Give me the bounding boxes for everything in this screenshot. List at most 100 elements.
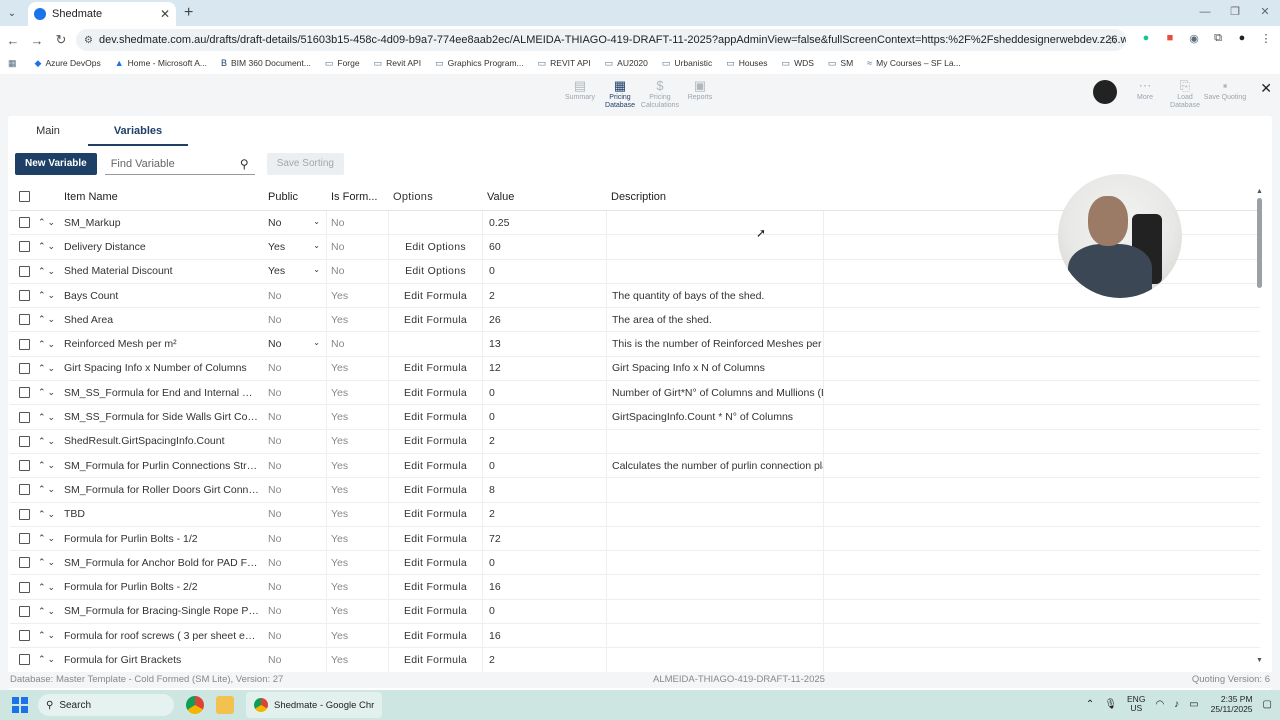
table-scrollbar[interactable]: ▲ ▼ xyxy=(1256,188,1264,664)
value-cell[interactable]: 2 xyxy=(482,648,606,672)
forward-icon[interactable]: → xyxy=(26,33,48,48)
row-checkbox[interactable] xyxy=(10,387,38,399)
reorder-arrows-icon[interactable]: ⌃⌄ xyxy=(38,266,64,277)
volume-icon[interactable]: ♪ xyxy=(1174,699,1179,710)
table-row[interactable]: ⌃⌄ TBD No Yes Edit Formula 2 xyxy=(10,502,1260,527)
reorder-arrows-icon[interactable]: ⌃⌄ xyxy=(38,654,64,665)
edit-options-button[interactable]: Edit Formula xyxy=(388,453,482,478)
row-checkbox[interactable] xyxy=(10,241,38,253)
notifications-icon[interactable]: ▢ xyxy=(1263,699,1272,710)
reorder-arrows-icon[interactable]: ⌃⌄ xyxy=(38,582,64,593)
value-cell[interactable]: 0 xyxy=(482,551,606,575)
table-row[interactable]: ⌃⌄ Shed Area No Yes Edit Formula 26 The … xyxy=(10,308,1260,333)
value-cell[interactable]: 72 xyxy=(482,526,606,551)
value-cell[interactable]: 2 xyxy=(482,429,606,453)
row-checkbox[interactable] xyxy=(10,605,38,617)
reorder-arrows-icon[interactable]: ⌃⌄ xyxy=(38,436,64,447)
value-cell[interactable]: 60 xyxy=(482,235,606,259)
language-indicator[interactable]: ENG US xyxy=(1127,695,1145,713)
puzzle-icon[interactable]: ⧉ xyxy=(1210,30,1226,46)
public-select[interactable]: Yes ⌄ xyxy=(264,265,326,277)
save-sorting-button[interactable]: Save Sorting xyxy=(266,153,344,175)
table-row[interactable]: ⌃⌄ ShedResult.GirtSpacingInfo.Count No Y… xyxy=(10,429,1260,454)
row-checkbox[interactable] xyxy=(10,314,38,326)
toolbar-summary[interactable]: ▤ Summary xyxy=(558,78,602,102)
description-cell[interactable] xyxy=(606,259,824,283)
edit-options-button[interactable]: Edit Formula xyxy=(388,502,482,526)
close-window-icon[interactable]: ✕ xyxy=(1250,0,1280,24)
row-checkbox[interactable] xyxy=(10,217,38,229)
reorder-arrows-icon[interactable]: ⌃⌄ xyxy=(38,290,64,301)
reorder-arrows-icon[interactable]: ⌃⌄ xyxy=(38,557,64,568)
bookmark-item[interactable]: ▭ WDS xyxy=(782,58,814,69)
col-options[interactable]: Options xyxy=(388,183,482,210)
description-cell[interactable] xyxy=(606,648,824,672)
row-checkbox[interactable] xyxy=(10,460,38,472)
bookmark-item[interactable]: ▭ Revit API xyxy=(374,58,421,69)
edit-options-button[interactable]: Edit Options xyxy=(388,235,482,259)
bookmark-item[interactable]: ≈ My Courses – SF La... xyxy=(867,58,961,68)
close-tab-icon[interactable]: ✕ xyxy=(160,7,170,21)
bookmark-item[interactable]: B BIM 360 Document... xyxy=(221,58,311,68)
reload-icon[interactable]: ↻ xyxy=(50,32,72,48)
row-checkbox[interactable] xyxy=(10,265,38,277)
profile-icon[interactable]: ● xyxy=(1234,30,1250,46)
table-row[interactable]: ⌃⌄ Formula for Purlin Bolts - 2/2 No Yes… xyxy=(10,575,1260,600)
menu-dots-icon[interactable]: ⋮ xyxy=(1258,30,1274,46)
edit-options-button[interactable]: Edit Formula xyxy=(388,405,482,429)
col-value[interactable]: Value xyxy=(482,183,606,210)
table-row[interactable]: ⌃⌄ SM_Formula for Purlin Connections Str… xyxy=(10,453,1260,479)
reorder-arrows-icon[interactable]: ⌃⌄ xyxy=(38,314,64,325)
reorder-arrows-icon[interactable]: ⌃⌄ xyxy=(38,363,64,374)
bookmark-item[interactable]: ▭ Forge xyxy=(325,58,360,69)
tab-search-icon[interactable]: ⌄ xyxy=(0,0,24,26)
reorder-arrows-icon[interactable]: ⌃⌄ xyxy=(38,630,64,641)
windows-start-icon[interactable] xyxy=(12,697,28,713)
file-explorer-icon[interactable] xyxy=(216,696,234,714)
description-cell[interactable] xyxy=(606,624,824,648)
value-cell[interactable]: 0.25 xyxy=(482,211,606,235)
toolbar-pricing-calculations[interactable]: $ Pricing Calculations xyxy=(638,78,682,110)
bookmark-item[interactable]: ▭ Urbanistic xyxy=(662,58,712,69)
wifi-icon[interactable]: ◠ xyxy=(1155,699,1164,710)
row-checkbox[interactable] xyxy=(10,362,38,374)
reorder-arrows-icon[interactable]: ⌃⌄ xyxy=(38,460,64,471)
row-checkbox[interactable] xyxy=(10,581,38,593)
description-cell[interactable] xyxy=(606,502,824,526)
extension-new-icon[interactable]: ■ xyxy=(1162,30,1178,46)
value-cell[interactable]: 0 xyxy=(482,381,606,405)
row-checkbox[interactable] xyxy=(10,411,38,423)
tab-main[interactable]: Main xyxy=(8,116,88,146)
url-input[interactable]: ⚙ dev.shedmate.com.au/drafts/draft-detai… xyxy=(76,29,1126,51)
public-select[interactable]: Yes ⌄ xyxy=(264,241,326,253)
search-icon[interactable]: ⚲ xyxy=(240,157,249,171)
table-row[interactable]: ⌃⌄ Formula for roof screws ( 3 per sheet… xyxy=(10,624,1260,649)
avatar[interactable] xyxy=(1093,80,1117,104)
value-cell[interactable]: 8 xyxy=(482,478,606,502)
table-row[interactable]: ⌃⌄ Formula for Purlin Bolts - 1/2 No Yes… xyxy=(10,526,1260,552)
reorder-arrows-icon[interactable]: ⌃⌄ xyxy=(38,217,64,228)
value-cell[interactable]: 0 xyxy=(482,259,606,283)
value-cell[interactable]: 16 xyxy=(482,624,606,648)
back-icon[interactable]: ← xyxy=(2,33,24,48)
row-checkbox[interactable] xyxy=(10,290,38,302)
row-checkbox[interactable] xyxy=(10,533,38,544)
col-public[interactable]: Public xyxy=(264,191,326,203)
bookmark-item[interactable]: ▭ Houses xyxy=(726,58,767,69)
apps-icon[interactable]: ▦ xyxy=(8,58,21,69)
reorder-arrows-icon[interactable]: ⌃⌄ xyxy=(38,412,64,423)
description-cell[interactable] xyxy=(606,429,824,453)
taskbar-active-app[interactable]: Shedmate - Google Chr xyxy=(246,692,383,718)
col-item-name[interactable]: Item Name xyxy=(64,191,264,203)
table-row[interactable]: ⌃⌄ Formula for Girt Brackets No Yes Edit… xyxy=(10,648,1260,673)
public-select[interactable]: No ⌄ xyxy=(264,338,326,350)
reorder-arrows-icon[interactable]: ⌃⌄ xyxy=(38,533,64,544)
edit-options-button[interactable]: Edit Formula xyxy=(388,308,482,332)
edit-options-button[interactable]: Edit Options xyxy=(388,259,482,283)
find-variable-input[interactable]: Find Variable ⚲ xyxy=(104,153,255,175)
close-icon[interactable]: ✕ xyxy=(1260,80,1272,97)
browser-tab[interactable]: Shedmate ✕ xyxy=(28,2,176,26)
edit-options-button[interactable]: Edit Formula xyxy=(388,429,482,453)
description-cell[interactable] xyxy=(606,551,824,575)
clock[interactable]: 2:35 PM 25/11/2025 xyxy=(1211,694,1253,714)
